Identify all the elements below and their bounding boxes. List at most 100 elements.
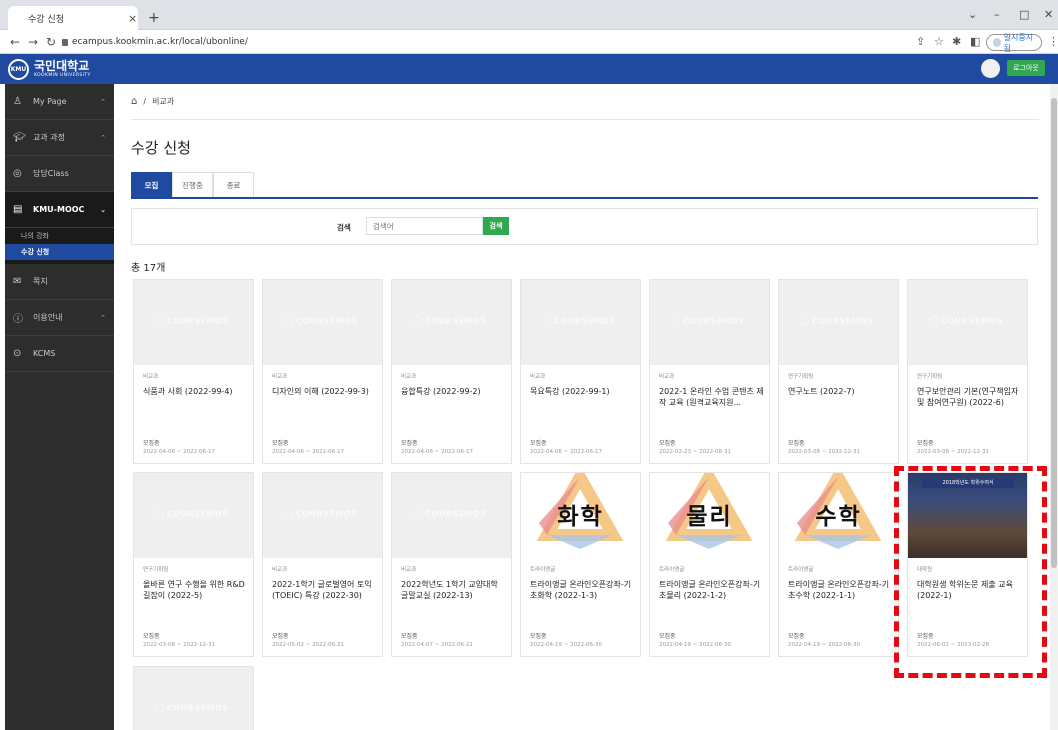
course-card[interactable]: COURSEMOS 비교과 2022-1학기 글로벌영어 토익(TOEIC) 특… (262, 472, 383, 657)
course-card[interactable]: COURSEMOS 비교과 2022-1 온라인 수업 콘텐츠 제작 교육 (원… (649, 279, 770, 464)
side-panel-icon[interactable]: ◧ (970, 35, 980, 48)
course-thumbnail: COURSEMOS (392, 280, 511, 365)
course-category: 연구기획팀 (143, 567, 169, 573)
extensions-icon[interactable]: ✱ (952, 35, 961, 48)
profile-avatar-icon (993, 38, 1001, 47)
sidebar: ♙ My Page ⌃ 🎓︎ 교과 과정 ⌃ ◎ 담당Class ▤ KMU-M… (5, 84, 114, 730)
total-count: 총 17개 (131, 263, 166, 274)
page-title: 수강 신청 (131, 139, 191, 157)
browser-tab-bar: 수강 신청 × + ⌄ – □ ✕ (0, 0, 1058, 30)
course-title[interactable]: 2022-1 온라인 수업 콘텐츠 제작 교육 (원격교육지원... (659, 386, 765, 408)
course-status: 모집중 (272, 633, 289, 640)
course-title[interactable]: 트라이앵글 온라인오픈강좌-기초수학 (2022-1-1) (788, 579, 894, 601)
sidebar-item-guide[interactable]: ⓘ 이용안내 ⌃ (5, 300, 114, 336)
course-dates: 2022-04-06 ~ 2022-06-17 (401, 449, 474, 455)
course-dates: 2022-05-02 ~ 2022-06-21 (272, 642, 345, 648)
course-title[interactable]: 올바른 연구 수행을 위한 R&D 길잡이 (2022-5) (143, 579, 249, 601)
course-status: 모집중 (143, 440, 160, 447)
course-card[interactable]: 화학 트라이앵글 트라이앵글 온라인오픈강좌-기초화학 (2022-1-3) 모… (520, 472, 641, 657)
sidebar-sub-enrollment[interactable]: 수강 신청 (5, 244, 114, 260)
search-panel (131, 208, 1038, 245)
profile-paused-button[interactable]: 일시중지됨 (986, 32, 1042, 53)
thumbnail-subject-word: 수학 (815, 504, 862, 530)
course-category: 트라이앵글 (530, 567, 556, 573)
course-card[interactable]: 물리 트라이앵글 트라이앵글 온라인오픈강좌-기초물리 (2022-1-2) 모… (649, 472, 770, 657)
course-card[interactable]: COURSEMOS 비교과 2022학년도 1학기 교양대학 글말교실 (202… (391, 472, 512, 657)
browser-tab[interactable]: 수강 신청 (8, 6, 138, 30)
forward-icon[interactable]: → (28, 35, 38, 49)
sidebar-sub-my-courses[interactable]: 나의 강좌 (5, 228, 114, 244)
course-dates: 2022-02-23 ~ 2022-08-31 (659, 449, 732, 455)
course-thumbnail: COURSEMOS (263, 280, 382, 365)
search-input[interactable] (366, 217, 483, 235)
course-title[interactable]: 연구보안관리 기본(연구책임자 및 참여연구원) (2022-6) (917, 386, 1023, 408)
sidebar-item-kcms[interactable]: ⊙ KCMS (5, 336, 114, 372)
graduation-cap-icon: 🎓︎ (13, 132, 26, 143)
course-title[interactable]: 식품과 사회 (2022-99-4) (143, 386, 249, 397)
course-title[interactable]: 2022-1학기 글로벌영어 토익(TOEIC) 특강 (2022-30) (272, 579, 378, 601)
user-icon: ♙ (13, 96, 22, 107)
menu-kebab-icon[interactable]: ⋮ (1048, 35, 1058, 48)
course-category: 비교과 (659, 374, 675, 380)
tab-search-icon[interactable]: ⌄ (968, 8, 977, 21)
tab-ended[interactable]: 종료 (213, 172, 254, 198)
course-title[interactable]: 트라이앵글 온라인오픈강좌-기초화학 (2022-1-3) (530, 579, 636, 601)
lock-icon (62, 38, 68, 46)
url-text: ecampus.kookmin.ac.kr/local/ubonline/ (72, 37, 248, 47)
triangle-thumbnail: 화학 (521, 473, 640, 558)
course-title[interactable]: 목요특강 (2022-99-1) (530, 386, 636, 397)
home-icon[interactable]: ⌂ (131, 96, 137, 107)
course-status: 모집중 (659, 440, 676, 447)
course-card[interactable]: COURSEMOS 비교과 목요특강 (2022-99-1) 모집중 2022-… (520, 279, 641, 464)
tabs-underline (131, 197, 1038, 199)
course-status: 모집중 (788, 633, 805, 640)
course-thumbnail: COURSEMOS (263, 473, 382, 558)
close-window-icon[interactable]: ✕ (1044, 8, 1053, 21)
course-card[interactable]: COURSEMOS 연구기획팀 연구보안관리 기본(연구책임자 및 참여연구원)… (907, 279, 1028, 464)
course-dates: 2022-03-08 ~ 2022-12-31 (143, 642, 216, 648)
course-dates: 2022-04-06 ~ 2022-06-17 (143, 449, 216, 455)
course-title[interactable]: 연구노트 (2022-7) (788, 386, 894, 397)
sidebar-item-curriculum[interactable]: 🎓︎ 교과 과정 ⌃ (5, 120, 114, 156)
course-card[interactable]: COURSEMOS 연구기획팀 연구노트 (2022-7) 모집중 2022-0… (778, 279, 899, 464)
sidebar-item-class[interactable]: ◎ 담당Class (5, 156, 114, 192)
status-tabs: 모집 진행중 종료 (131, 172, 254, 198)
search-button[interactable]: 검색 (483, 217, 509, 235)
paused-label: 일시중지됨 (1003, 32, 1034, 53)
scrollbar-thumb[interactable] (1051, 98, 1057, 568)
user-avatar[interactable] (981, 59, 1000, 78)
course-card[interactable]: COURSEMOS (133, 666, 254, 730)
course-dates: 2022-03-08 ~ 2022-12-31 (917, 449, 990, 455)
sidebar-item-my-page[interactable]: ♙ My Page ⌃ (5, 84, 114, 120)
maximize-icon[interactable]: □ (1019, 8, 1029, 21)
breadcrumb-current[interactable]: 비교과 (152, 96, 174, 107)
bookmark-star-icon[interactable]: ☆ (934, 35, 944, 48)
sidebar-item-kmu-mooc[interactable]: ▤ KMU-MOOC ⌄ (5, 192, 114, 228)
logout-button[interactable]: 로그아웃 (1007, 60, 1045, 76)
url-field[interactable]: ecampus.kookmin.ac.kr/local/ubonline/ (62, 34, 248, 50)
university-logo[interactable]: KMU 국민대학교 KOOKMIN UNIVERSITY (8, 59, 91, 80)
course-title[interactable]: 융합특강 (2022-99-2) (401, 386, 507, 397)
course-title[interactable]: 트라이앵글 온라인오픈강좌-기초물리 (2022-1-2) (659, 579, 765, 601)
chevron-up-icon: ⌃ (100, 133, 106, 142)
reload-icon[interactable]: ↻ (46, 35, 56, 49)
course-card[interactable]: 수학 트라이앵글 트라이앵글 온라인오픈강좌-기초수학 (2022-1-1) 모… (778, 472, 899, 657)
new-tab-icon[interactable]: + (148, 10, 160, 26)
course-card[interactable]: COURSEMOS 연구기획팀 올바른 연구 수행을 위한 R&D 길잡이 (2… (133, 472, 254, 657)
close-tab-icon[interactable]: × (128, 12, 137, 25)
tab-in-progress[interactable]: 진행중 (172, 172, 213, 198)
chevron-up-icon: ⌃ (100, 97, 106, 106)
address-bar: ← → ↻ ecampus.kookmin.ac.kr/local/ubonli… (0, 30, 1058, 54)
course-thumbnail: COURSEMOS (521, 280, 640, 365)
minimize-icon[interactable]: – (994, 8, 1000, 21)
tab-recruiting[interactable]: 모집 (131, 172, 172, 198)
course-card[interactable]: COURSEMOS 비교과 식품과 사회 (2022-99-4) 모집중 202… (133, 279, 254, 464)
sidebar-item-messages[interactable]: ✉︎ 쪽지 (5, 264, 114, 300)
share-icon[interactable]: ⇪ (916, 35, 925, 48)
breadcrumb: ⌂ / 비교과 (131, 96, 175, 107)
course-card[interactable]: COURSEMOS 비교과 융합특강 (2022-99-2) 모집중 2022-… (391, 279, 512, 464)
back-icon[interactable]: ← (10, 35, 20, 49)
course-card[interactable]: COURSEMOS 비교과 디자인의 이해 (2022-99-3) 모집중 20… (262, 279, 383, 464)
course-title[interactable]: 디자인의 이해 (2022-99-3) (272, 386, 378, 397)
course-title[interactable]: 2022학년도 1학기 교양대학 글말교실 (2022-13) (401, 579, 507, 601)
